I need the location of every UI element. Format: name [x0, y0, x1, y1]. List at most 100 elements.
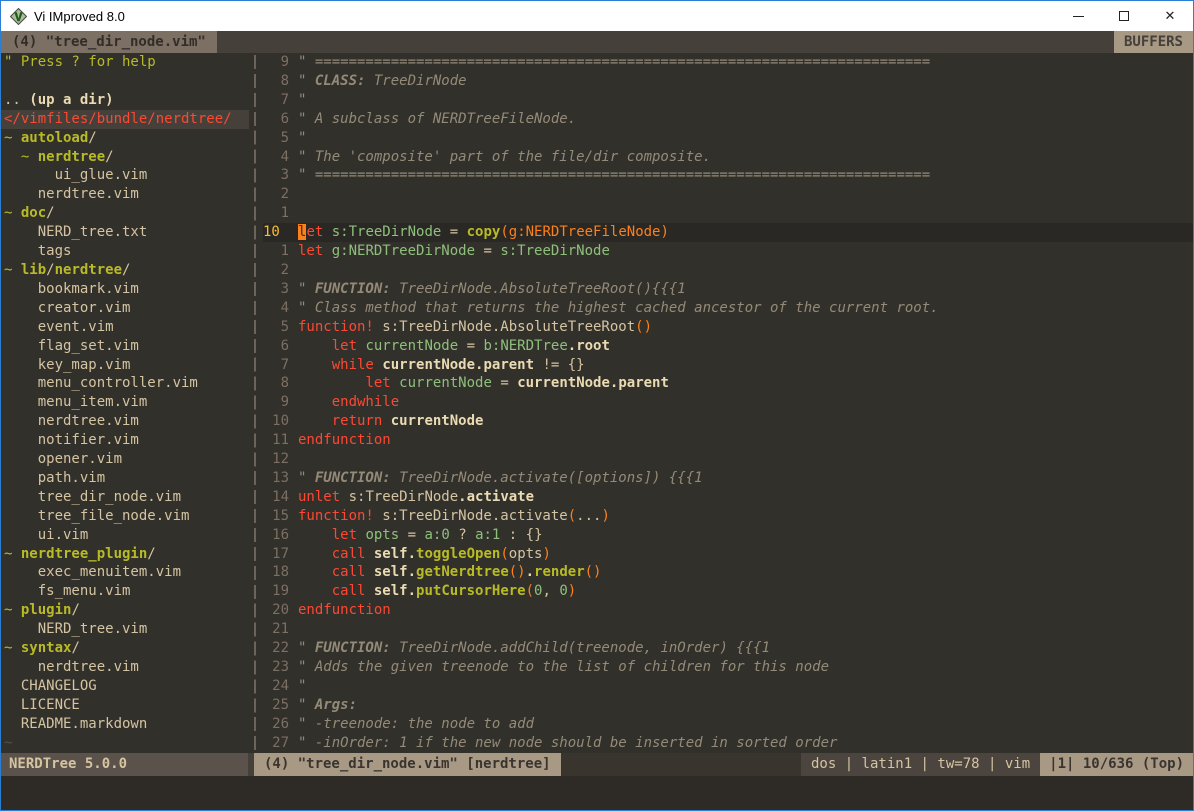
tree-item[interactable]: notifier.vim: [4, 431, 249, 450]
command-line[interactable]: [1, 776, 1193, 810]
tree-item[interactable]: tree_file_node.vim: [4, 507, 249, 526]
code-line[interactable]: 16 let opts = a:0 ? a:1 : {}: [263, 526, 1193, 545]
code-token: ~: [4, 602, 21, 618]
code-line[interactable]: 8 let currentNode = currentNode.parent: [263, 374, 1193, 393]
code-line[interactable]: 2: [263, 185, 1193, 204]
tree-item[interactable]: NERD_tree.vim: [4, 620, 249, 639]
code-line[interactable]: 15function! s:TreeDirNode.activate(...): [263, 507, 1193, 526]
code-line[interactable]: 17 call self.toggleOpen(opts): [263, 545, 1193, 564]
code-token: TreeDirNode.AbsoluteTreeRoot(){{{1: [391, 281, 686, 297]
tree-item[interactable]: NERD_tree.txt: [4, 223, 249, 242]
tree-item[interactable]: key_map.vim: [4, 356, 249, 375]
code-line[interactable]: 2: [263, 261, 1193, 280]
code-line[interactable]: 9 endwhile: [263, 393, 1193, 412]
code-line[interactable]: 5function! s:TreeDirNode.AbsoluteTreeRoo…: [263, 318, 1193, 337]
code-line[interactable]: 11endfunction: [263, 431, 1193, 450]
maximize-button[interactable]: [1101, 2, 1147, 31]
nerdtree-panel: " Press ? for help .. (up a dir)</vimfile…: [1, 53, 249, 753]
line-number: 23: [263, 658, 289, 677]
code-line[interactable]: 6 let currentNode = b:NERDTree.root: [263, 337, 1193, 356]
code-line[interactable]: 5": [263, 129, 1193, 148]
tree-item[interactable]: ~ doc/: [4, 204, 249, 223]
code-line[interactable]: 4" Class method that returns the highest…: [263, 299, 1193, 318]
code-line[interactable]: 13" FUNCTION: TreeDirNode.activate([opti…: [263, 469, 1193, 488]
tree-item[interactable]: ~: [4, 734, 249, 753]
tree-item[interactable]: LICENCE: [4, 696, 249, 715]
code-token: : {}: [500, 527, 542, 543]
tree-item[interactable]: .. (up a dir): [4, 91, 249, 110]
code-line[interactable]: 1let g:NERDTreeDirNode = s:TreeDirNode: [263, 242, 1193, 261]
code-line[interactable]: 10 return currentNode: [263, 412, 1193, 431]
minimize-icon: [1073, 16, 1084, 17]
code-line[interactable]: 19 call self.putCursorHere(0, 0): [263, 582, 1193, 601]
code-line[interactable]: 3" =====================================…: [263, 166, 1193, 185]
tree-item[interactable]: opener.vim: [4, 450, 249, 469]
code-line[interactable]: 20endfunction: [263, 601, 1193, 620]
code-line[interactable]: 12: [263, 450, 1193, 469]
code-token: /: [147, 546, 155, 562]
tree-item[interactable]: flag_set.vim: [4, 337, 249, 356]
code-line[interactable]: 23" Adds the given treenode to the list …: [263, 658, 1193, 677]
code-token: s:TreeDirNode.activate: [374, 508, 568, 524]
code-line[interactable]: 22" FUNCTION: TreeDirNode.addChild(treen…: [263, 639, 1193, 658]
tree-item[interactable]: " Press ? for help: [4, 53, 249, 72]
tree-item[interactable]: CHANGELOG: [4, 677, 249, 696]
code-token: self.: [374, 546, 416, 562]
tree-item[interactable]: nerdtree.vim: [4, 412, 249, 431]
code-line[interactable]: 21: [263, 620, 1193, 639]
tree-item[interactable]: menu_controller.vim: [4, 374, 249, 393]
code-line[interactable]: 24": [263, 677, 1193, 696]
code-token: [298, 546, 332, 562]
line-number: 16: [263, 526, 289, 545]
code-line[interactable]: 18 call self.getNerdtree().render(): [263, 563, 1193, 582]
tree-item[interactable]: exec_menuitem.vim: [4, 563, 249, 582]
tree-item[interactable]: nerdtree.vim: [4, 185, 249, 204]
tree-item[interactable]: ui_glue.vim: [4, 166, 249, 185]
tree-item[interactable]: bookmark.vim: [4, 280, 249, 299]
tree-item[interactable]: tree_dir_node.vim: [4, 488, 249, 507]
code-line[interactable]: 14unlet s:TreeDirNode.activate: [263, 488, 1193, 507]
line-number: 19: [263, 582, 289, 601]
window-split-separator[interactable]: [249, 53, 261, 753]
code-token: notifier.vim: [4, 432, 139, 448]
code-line[interactable]: 1: [263, 204, 1193, 223]
code-token: /: [71, 602, 79, 618]
code-line[interactable]: 27" -inOrder: 1 if the new node should b…: [263, 734, 1193, 753]
tree-item[interactable]: ~ nerdtree/: [4, 148, 249, 167]
code-token: currentNode: [365, 338, 458, 354]
close-button[interactable]: ✕: [1147, 2, 1193, 31]
minimize-button[interactable]: [1055, 2, 1101, 31]
tree-item[interactable]: tags: [4, 242, 249, 261]
code-line[interactable]: 6" A subclass of NERDTreeFileNode.: [263, 110, 1193, 129]
tree-item[interactable]: ui.vim: [4, 526, 249, 545]
code-line[interactable]: 7 while currentNode.parent != {}: [263, 356, 1193, 375]
tree-item[interactable]: event.vim: [4, 318, 249, 337]
code-line-current[interactable]: 10let s:TreeDirNode = copy(g:NERDTreeFil…: [263, 223, 1193, 242]
tree-root-item[interactable]: </vimfiles/bundle/nerdtree/: [1, 110, 249, 129]
tree-item[interactable]: path.vim: [4, 469, 249, 488]
line-number: 14: [263, 488, 289, 507]
line-number: 4: [263, 148, 289, 167]
tree-item[interactable]: ~ nerdtree_plugin/: [4, 545, 249, 564]
code-line[interactable]: 9" =====================================…: [263, 53, 1193, 72]
code-token: ~: [4, 640, 21, 656]
tree-item[interactable]: ~ autoload/: [4, 129, 249, 148]
tree-item[interactable]: creator.vim: [4, 299, 249, 318]
code-line[interactable]: 7": [263, 91, 1193, 110]
code-line[interactable]: 8" CLASS: TreeDirNode: [263, 72, 1193, 91]
tab-active-tree-dir-node[interactable]: (4) "tree_dir_node.vim": [1, 31, 217, 53]
tree-item[interactable]: fs_menu.vim: [4, 582, 249, 601]
code-token: opts: [509, 546, 543, 562]
tree-item[interactable]: ~ plugin/: [4, 601, 249, 620]
tree-item[interactable]: [4, 72, 249, 91]
tree-item[interactable]: ~ syntax/: [4, 639, 249, 658]
tree-item[interactable]: ~ lib/nerdtree/: [4, 261, 249, 280]
code-token: ": [298, 697, 315, 713]
tree-item[interactable]: nerdtree.vim: [4, 658, 249, 677]
tree-item[interactable]: menu_item.vim: [4, 393, 249, 412]
code-line[interactable]: 4" The 'composite' part of the file/dir …: [263, 148, 1193, 167]
code-line[interactable]: 3" FUNCTION: TreeDirNode.AbsoluteTreeRoo…: [263, 280, 1193, 299]
tree-item[interactable]: README.markdown: [4, 715, 249, 734]
code-line[interactable]: 25" Args:: [263, 696, 1193, 715]
code-line[interactable]: 26" -treenode: the node to add: [263, 715, 1193, 734]
